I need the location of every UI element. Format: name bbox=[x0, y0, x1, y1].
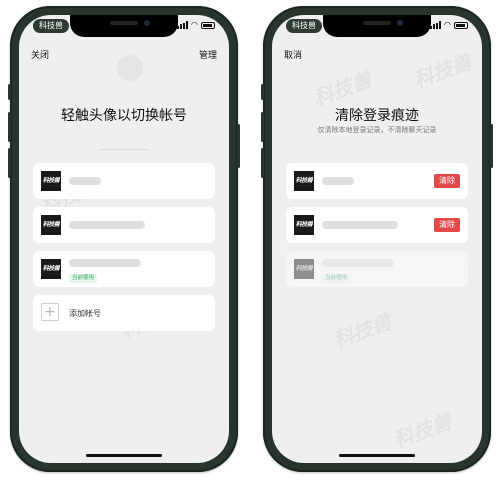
account-card-current[interactable]: 科技兽 当前使用 bbox=[33, 251, 215, 287]
blurred-account-name bbox=[69, 221, 145, 229]
blurred-account-name bbox=[322, 177, 354, 185]
current-account-badge: 当前使用 bbox=[322, 274, 351, 283]
account-card: 科技兽 清除 bbox=[286, 207, 468, 243]
notch bbox=[323, 15, 431, 37]
plus-icon: + bbox=[41, 303, 59, 321]
battery-icon bbox=[201, 21, 215, 29]
power-button bbox=[237, 124, 240, 168]
current-account-badge: 当前使用 bbox=[69, 274, 98, 283]
speaker bbox=[110, 21, 138, 25]
page-title: 轻触头像以切换帐号 bbox=[61, 108, 187, 124]
blurred-account-name bbox=[322, 259, 394, 267]
clear-login-screen: 科技兽 ◠ 取消 科技兽 科技兽 科技兽 科技兽 清除登录痕迹 仅清除本地登录记… bbox=[272, 15, 482, 463]
notch bbox=[70, 15, 178, 37]
account-avatar: 科技兽 bbox=[294, 171, 314, 191]
account-card-current: 科技兽 当前使用 bbox=[286, 251, 468, 287]
home-indicator[interactable] bbox=[86, 454, 162, 457]
account-avatar: 科技兽 bbox=[294, 259, 314, 279]
volume-up-button bbox=[8, 112, 11, 142]
watermark-text: 科技兽 bbox=[390, 409, 455, 453]
wifi-icon: ◠ bbox=[444, 20, 451, 29]
volume-down-button bbox=[261, 148, 264, 178]
home-indicator[interactable] bbox=[339, 454, 415, 457]
account-avatar: 科技兽 bbox=[41, 215, 61, 235]
close-button[interactable]: 关闭 bbox=[31, 48, 49, 61]
speaker bbox=[363, 21, 391, 25]
blurred-account-name bbox=[69, 177, 101, 185]
account-card[interactable]: 科技兽 bbox=[33, 163, 215, 199]
blurred-account-name bbox=[322, 221, 398, 229]
signal-icon bbox=[430, 21, 442, 29]
mute-switch bbox=[8, 84, 11, 100]
add-account-button[interactable]: + 添加帐号 bbox=[33, 295, 215, 331]
account-card: 科技兽 清除 bbox=[286, 163, 468, 199]
wifi-icon: ◠ bbox=[191, 20, 198, 29]
signal-icon bbox=[177, 21, 189, 29]
page-title: 清除登录痕迹 bbox=[335, 108, 419, 124]
add-account-label: 添加帐号 bbox=[69, 309, 101, 318]
page-subtitle: 仅清除本地登录记录，不清除聊天记录 bbox=[317, 126, 437, 134]
account-card[interactable]: 科技兽 bbox=[33, 207, 215, 243]
switch-account-screen: 科技兽 ◠ 关闭 管理 科技兽 科技兽 轻触头像以切换帐号 科技兽 科技兽 科技… bbox=[19, 15, 229, 463]
account-avatar: 科技兽 bbox=[294, 215, 314, 235]
account-avatar: 科技兽 bbox=[41, 171, 61, 191]
watermark-text: 科技兽 bbox=[410, 49, 475, 93]
title-divider bbox=[99, 149, 149, 150]
clear-button[interactable]: 清除 bbox=[434, 174, 460, 188]
blurred-account-name bbox=[69, 259, 141, 267]
status-icons: ◠ bbox=[430, 21, 468, 29]
carrier-label: 科技兽 bbox=[286, 19, 322, 33]
volume-up-button bbox=[261, 112, 264, 142]
power-button bbox=[490, 124, 493, 168]
mute-switch bbox=[261, 84, 264, 100]
carrier-label: 科技兽 bbox=[33, 19, 69, 33]
front-camera bbox=[397, 20, 403, 26]
phone-right: 科技兽 ◠ 取消 科技兽 科技兽 科技兽 科技兽 清除登录痕迹 仅清除本地登录记… bbox=[261, 6, 493, 472]
volume-down-button bbox=[8, 148, 11, 178]
battery-icon bbox=[454, 21, 468, 29]
watermark-text: 科技兽 bbox=[330, 309, 395, 353]
status-icons: ◠ bbox=[177, 21, 215, 29]
clear-button[interactable]: 清除 bbox=[434, 218, 460, 232]
account-avatar: 科技兽 bbox=[41, 259, 61, 279]
front-camera bbox=[144, 20, 150, 26]
watermark-logo bbox=[117, 55, 143, 81]
phone-left: 科技兽 ◠ 关闭 管理 科技兽 科技兽 轻触头像以切换帐号 科技兽 科技兽 科技… bbox=[8, 6, 240, 472]
cancel-button[interactable]: 取消 bbox=[284, 48, 302, 61]
manage-button[interactable]: 管理 bbox=[199, 48, 217, 61]
